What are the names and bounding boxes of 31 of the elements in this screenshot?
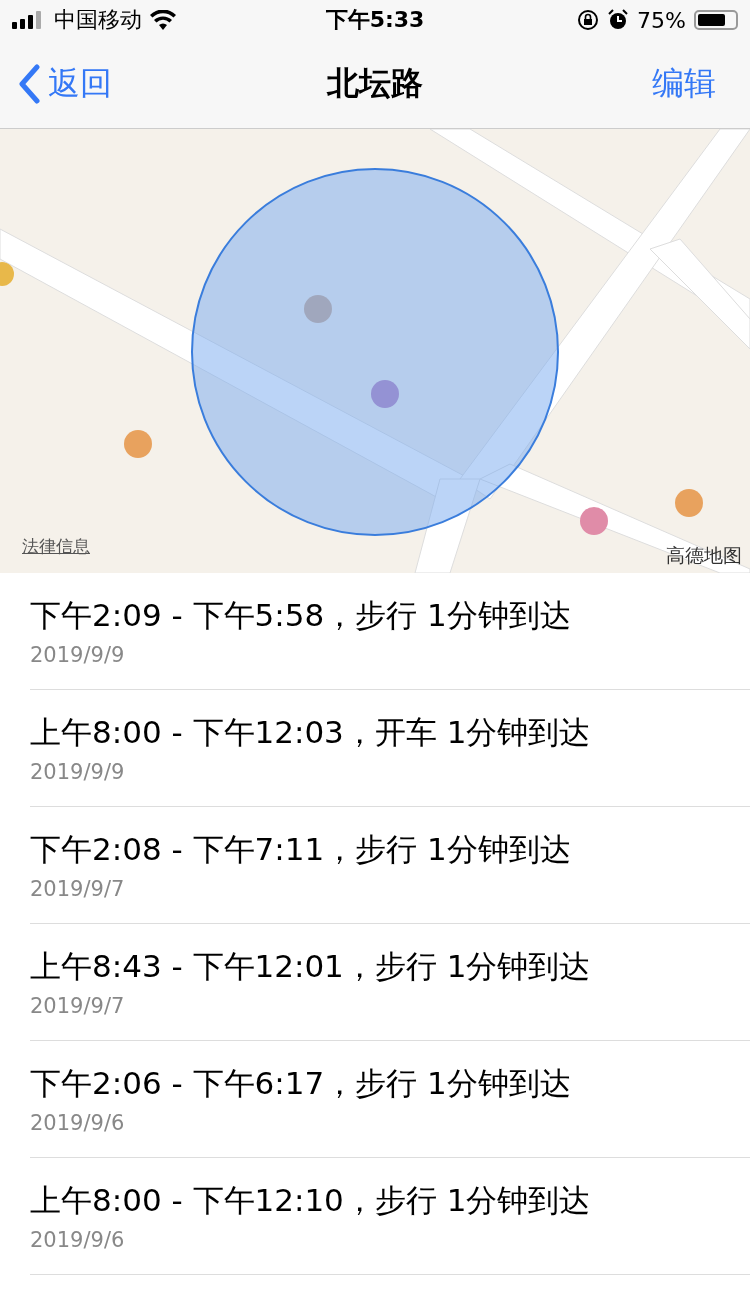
visit-row[interactable]: 上午8:43 - 下午12:01，步行 1分钟到达 2019/9/7 xyxy=(30,924,750,1041)
visit-date: 2019/9/6 xyxy=(30,1228,126,1252)
nav-title: 北坛路 xyxy=(327,63,423,104)
visit-title: 上午8:00 - 下午12:03，开车 1分钟到达 xyxy=(30,713,592,752)
visit-row[interactable]: 下午2:08 - 下午7:11，步行 1分钟到达 2019/9/7 xyxy=(30,807,750,924)
alarm-icon xyxy=(607,9,630,31)
legal-info-link[interactable]: 法律信息 xyxy=(22,535,90,558)
visit-title: 下午2:09 - 下午5:58，步行 1分钟到达 xyxy=(30,596,572,635)
back-button[interactable]: 返回 xyxy=(18,62,112,106)
battery-percent: 75% xyxy=(637,7,686,33)
visit-date: 2019/9/7 xyxy=(30,994,126,1018)
carrier-name: 中国移动 xyxy=(54,6,142,34)
visit-title: 上午8:00 - 下午12:10，步行 1分钟到达 xyxy=(30,1181,592,1220)
visit-date: 2019/9/9 xyxy=(30,643,126,667)
battery-icon xyxy=(694,10,738,30)
visit-date: 2019/9/9 xyxy=(30,760,126,784)
visit-title: 下午2:06 - 下午6:17，步行 1分钟到达 xyxy=(30,1064,572,1103)
visit-row[interactable]: 上午8:00 - 下午12:03，开车 1分钟到达 2019/9/9 xyxy=(30,690,750,807)
visit-row[interactable]: 下午2:09 - 下午5:58，步行 1分钟到达 2019/9/9 xyxy=(30,573,750,690)
rotation-lock-icon xyxy=(577,9,600,31)
map-provider-logo: 高德地图 xyxy=(666,543,742,568)
visit-row[interactable]: 下午2:06 - 下午6:17，步行 1分钟到达 2019/9/6 xyxy=(30,1041,750,1158)
edit-button[interactable]: 编辑 xyxy=(652,62,716,106)
wifi-icon xyxy=(150,10,176,30)
visit-title: 下午2:08 - 下午7:11，步行 1分钟到达 xyxy=(30,830,572,869)
visit-date: 2019/9/7 xyxy=(30,877,126,901)
visit-date: 2019/9/6 xyxy=(30,1111,126,1135)
chevron-left-icon xyxy=(18,64,40,104)
visit-row[interactable]: 上午8:00 - 下午12:10，步行 1分钟到达 2019/9/6 xyxy=(30,1158,750,1275)
status-time: 下午5:33 xyxy=(325,6,425,34)
visit-title: 上午8:43 - 下午12:01，步行 1分钟到达 xyxy=(30,947,592,986)
